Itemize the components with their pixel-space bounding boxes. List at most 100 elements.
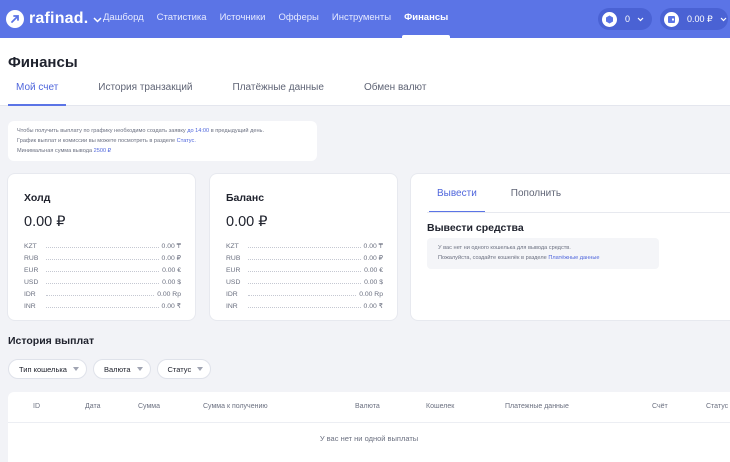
balance-dropdown[interactable]: 0.00 ₽ (660, 8, 728, 30)
currency-row: USD 0.00 $ (24, 274, 181, 286)
wallet-icon (664, 11, 679, 27)
tab-withdraw[interactable]: Вывести (429, 188, 485, 213)
logo-icon (6, 9, 24, 28)
balance-value: 0.00 ₽ (687, 13, 713, 24)
cube-icon (602, 11, 617, 27)
no-wallet-info: У вас нет ни одного кошелька для вывода … (427, 238, 659, 269)
counter-dropdown[interactable]: 0 (598, 8, 652, 30)
tab-deposit[interactable]: Пополнить (503, 188, 569, 212)
currency-code: KZT (24, 243, 37, 250)
page-tabs: Мой счет История транзакций Платёжные да… (8, 82, 458, 106)
hold-amount: 0.00 ₽ (24, 214, 66, 230)
column-header-amount-to-receive[interactable]: Сумма к получению (203, 403, 268, 410)
chevron-down-icon[interactable] (93, 10, 102, 28)
caret-down-icon (197, 367, 204, 371)
currency-amount: 0.00 $ (162, 279, 181, 286)
nav-item-dashboard[interactable]: Дашборд (103, 0, 144, 38)
notice-text: Минимальная сумма вывода (17, 148, 93, 154)
currency-code: EUR (24, 267, 39, 274)
column-header-wallet[interactable]: Кошелек (426, 403, 454, 410)
withdraw-title: Вывести средства (427, 222, 524, 234)
column-header-date[interactable]: Дата (85, 403, 101, 410)
hold-currency-list: KZT 0.00 ₸ RUB 0.00 ₽ EUR 0.00 € USD 0.00 $ … (24, 238, 181, 310)
payout-history-table: ID Дата Сумма Сумма к получению Валюта К… (8, 392, 730, 462)
nav-item-offers[interactable]: Офферы (278, 0, 318, 38)
currency-code: USD (226, 279, 241, 286)
currency-amount: 0.00 ₹ (161, 303, 181, 310)
currency-code: INR (226, 303, 238, 310)
caret-down-icon (72, 367, 79, 371)
chevron-down-icon (637, 14, 644, 24)
tab-currency-exchange[interactable]: Обмен валют (356, 82, 434, 106)
nav-item-sources[interactable]: Источники (220, 0, 266, 38)
column-header-id[interactable]: ID (33, 403, 40, 410)
currency-row: USD 0.00 $ (226, 274, 383, 286)
currency-code: EUR (226, 267, 241, 274)
column-header-account[interactable]: Счёт (652, 403, 668, 410)
currency-amount: 0.00 ₹ (363, 303, 383, 310)
currency-code: INR (24, 303, 36, 310)
currency-code: IDR (24, 291, 36, 298)
withdraw-card: Вывести Пополнить Вывести средства У вас… (411, 174, 730, 320)
column-header-amount[interactable]: Сумма (138, 403, 160, 410)
currency-amount: 0.00 ₸ (363, 243, 383, 250)
main-nav: Дашборд Статистика Источники Офферы Инст… (103, 0, 461, 38)
filter-status[interactable]: Статус (156, 359, 212, 379)
currency-row: INR 0.00 ₹ (24, 298, 181, 310)
notice-line-1: Чтобы получить выплату по графику необхо… (17, 126, 308, 136)
currency-code: USD (24, 279, 39, 286)
currency-row: INR 0.00 ₹ (226, 298, 383, 310)
tab-my-account[interactable]: Мой счет (8, 82, 67, 106)
notice-line-2: График выплат и комиссии вы можете посмо… (17, 136, 308, 146)
nav-item-statistics[interactable]: Статистика (157, 0, 207, 38)
filter-label: Статус (167, 364, 192, 374)
hold-card: Холд 0.00 ₽ KZT 0.00 ₸ RUB 0.00 ₽ EUR 0.00 … (8, 174, 195, 320)
empty-state-text: У вас нет ни одной выплаты (319, 434, 419, 443)
payout-notice: Чтобы получить выплату по графику необхо… (8, 121, 317, 161)
top-navbar: rafinad. Дашборд Статистика Источники Оф… (0, 0, 730, 38)
brand-logo[interactable]: rafinad. (6, 9, 102, 28)
notice-text: График выплат и комиссии вы можете посмо… (17, 138, 176, 144)
info-line-2: Пожалуйста, создайте кошелёк в разделе П… (438, 253, 648, 263)
currency-amount: 0.00 $ (364, 279, 383, 286)
column-header-currency[interactable]: Валюта (355, 403, 380, 410)
currency-row: RUB 0.00 ₽ (226, 250, 383, 262)
filter-currency[interactable]: Валюта (92, 359, 151, 379)
currency-code: RUB (226, 255, 241, 262)
currency-row: EUR 0.00 € (226, 262, 383, 274)
chevron-down-icon (720, 14, 727, 24)
notice-text: Чтобы получить выплату по графику необхо… (17, 128, 186, 134)
column-header-payment-details[interactable]: Платежные данные (505, 403, 569, 410)
currency-amount: 0.00 Rp (359, 291, 383, 298)
balance-amount: 0.00 ₽ (226, 214, 268, 230)
page-header: Финансы Мой счет История транзакций Плат… (0, 38, 730, 106)
hold-title: Холд (24, 192, 51, 204)
currency-code: KZT (226, 243, 239, 250)
withdraw-tabs: Вывести Пополнить (429, 188, 587, 213)
filter-label: Тип кошелька (19, 364, 67, 374)
nav-item-tools[interactable]: Инструменты (332, 0, 391, 38)
currency-row: IDR 0.00 Rp (24, 286, 181, 298)
tab-transaction-history[interactable]: История транзакций (90, 82, 200, 106)
currency-row: KZT 0.00 ₸ (226, 238, 383, 250)
payment-details-link[interactable]: Платёжные данные (548, 255, 599, 261)
currency-row: IDR 0.00 Rp (226, 286, 383, 298)
page-title: Финансы (8, 54, 78, 71)
tab-payment-details[interactable]: Платёжные данные (225, 82, 332, 106)
currency-code: RUB (24, 255, 39, 262)
nav-item-finance[interactable]: Финансы (402, 0, 451, 38)
currency-row: KZT 0.00 ₸ (24, 238, 181, 250)
currency-amount: 0.00 ₸ (161, 243, 181, 250)
deadline-link[interactable]: до 14:00 (187, 128, 209, 134)
currency-row: RUB 0.00 ₽ (24, 250, 181, 262)
info-text: Пожалуйста, создайте кошелёк в разделе (438, 255, 547, 261)
filter-wallet-type[interactable]: Тип кошелька (8, 359, 87, 379)
currency-amount: 0.00 € (364, 267, 383, 274)
column-header-status[interactable]: Статус (706, 403, 728, 410)
currency-amount: 0.00 Rp (157, 291, 181, 298)
caret-down-icon (136, 367, 143, 371)
notice-text: в предыдущий день. (210, 128, 265, 134)
counter-value: 0 (625, 14, 631, 24)
payout-history-title: История выплат (8, 335, 95, 347)
status-link[interactable]: Статус. (177, 138, 196, 144)
